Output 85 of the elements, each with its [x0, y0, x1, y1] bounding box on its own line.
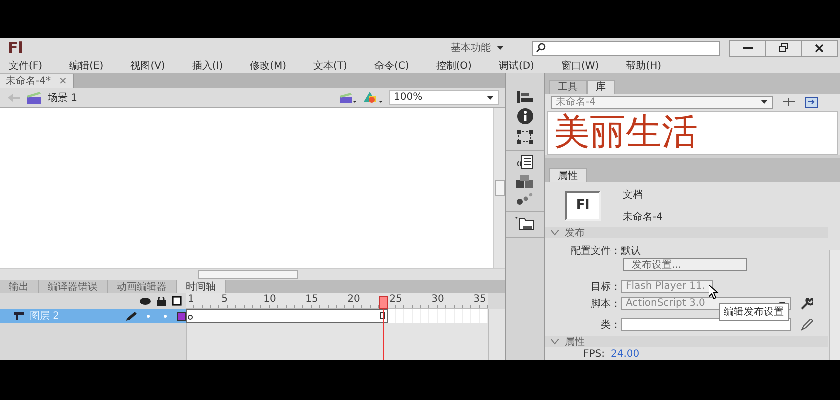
- wrench-icon[interactable]: [801, 298, 813, 310]
- panel-tab[interactable]: 工具: [549, 80, 587, 94]
- menu-item[interactable]: 调试(D): [492, 58, 540, 72]
- tab-close-button[interactable]: ×: [58, 76, 68, 86]
- keyframe-icon: [188, 315, 193, 320]
- frame-number: 30: [432, 294, 444, 305]
- workspace-dropdown[interactable]: 基本功能: [445, 40, 510, 56]
- info-icon[interactable]: [516, 108, 534, 125]
- frame-number: 10: [264, 294, 276, 305]
- target-label: 目标：: [590, 280, 621, 294]
- collapse-triangle-icon[interactable]: [551, 230, 559, 236]
- close-icon: [815, 44, 824, 52]
- menu-item[interactable]: 帮助(H): [620, 58, 668, 72]
- menu-item[interactable]: 命令(C): [368, 58, 416, 72]
- profile-value: 默认: [621, 244, 641, 258]
- section-title: 发布: [565, 226, 585, 240]
- eye-icon[interactable]: [140, 298, 151, 304]
- library-preview-text: 美丽生活: [547, 110, 838, 155]
- frame-number: 25: [390, 294, 402, 305]
- script-label: 脚本：: [590, 298, 621, 310]
- motion-presets-icon[interactable]: [517, 193, 533, 205]
- panel-tab[interactable]: 库: [587, 80, 615, 94]
- menu-item[interactable]: 修改(M): [244, 58, 293, 72]
- menu-item[interactable]: 视图(V): [124, 58, 172, 72]
- minimize-icon: [742, 46, 752, 50]
- menu-item[interactable]: 文件(F): [3, 58, 49, 72]
- fps-label: FPS:: [582, 349, 605, 360]
- frame-number: 5: [222, 294, 228, 305]
- profile-label: 配置文件：: [570, 244, 621, 258]
- align-icon[interactable]: [517, 91, 533, 103]
- new-library-panel-icon[interactable]: [805, 96, 818, 108]
- zoom-dropdown[interactable]: 100%: [389, 90, 499, 105]
- class-field[interactable]: [621, 318, 791, 331]
- transform-icon[interactable]: [517, 130, 533, 144]
- components-icon[interactable]: [516, 175, 534, 188]
- document-name: 未命名-4: [623, 210, 663, 224]
- vertical-scrollbar[interactable]: [829, 250, 840, 360]
- caret-icon: [487, 96, 494, 100]
- vertical-scrollbar[interactable]: [493, 108, 505, 268]
- document-tab[interactable]: 未命名-4* ×: [0, 74, 74, 88]
- search-field[interactable]: [532, 40, 720, 56]
- panel-tab[interactable]: 属性: [549, 168, 587, 182]
- close-button[interactable]: [801, 40, 838, 56]
- frame-number: 35: [474, 294, 486, 305]
- edit-scene-icon[interactable]: [339, 92, 357, 104]
- layer-name: 图层 2: [30, 310, 61, 323]
- document-type: 文档: [623, 188, 644, 202]
- code-snippets-icon[interactable]: [516, 155, 534, 170]
- frame-number: 15: [306, 294, 318, 305]
- pencil-icon: [126, 312, 137, 320]
- frame-number: 1: [188, 294, 194, 305]
- restore-icon: [778, 43, 788, 53]
- publish-settings-button[interactable]: 发布设置...: [623, 258, 747, 271]
- menu-item[interactable]: 插入(I): [186, 58, 230, 72]
- playhead[interactable]: [379, 296, 388, 360]
- lock-icon[interactable]: [157, 296, 166, 306]
- class-label: 类：: [600, 318, 621, 332]
- fps-value[interactable]: 24.00: [611, 349, 640, 360]
- caret-icon: [761, 100, 768, 104]
- minimize-button[interactable]: [729, 40, 766, 56]
- restore-button[interactable]: [765, 40, 802, 56]
- tooltip: 编辑发布设置: [719, 303, 789, 321]
- menu-item[interactable]: 控制(O): [430, 58, 478, 72]
- scene-name: 场景 1: [48, 92, 78, 104]
- layer-icon: [14, 312, 24, 320]
- app-logo: Fl: [8, 39, 24, 57]
- menu-item[interactable]: 编辑(E): [64, 58, 110, 72]
- pin-icon[interactable]: [783, 97, 795, 108]
- collapse-triangle-icon[interactable]: [551, 338, 559, 344]
- outline-icon[interactable]: [172, 296, 182, 306]
- frame-number: 20: [348, 294, 360, 305]
- pencil-icon[interactable]: [801, 318, 813, 330]
- clapperboard-icon: [26, 92, 42, 104]
- panel-tab[interactable]: 时间轴: [177, 280, 226, 293]
- menu-item[interactable]: 窗口(W): [555, 58, 606, 72]
- menu-item[interactable]: 文本(T): [308, 58, 354, 72]
- search-icon: [536, 43, 546, 53]
- mouse-cursor-icon: [709, 285, 719, 299]
- caret-icon: [497, 46, 504, 50]
- section-title: 属性: [565, 336, 585, 348]
- edit-symbols-icon[interactable]: [363, 91, 383, 104]
- document-icon: Fl: [565, 190, 601, 220]
- horizontal-scrollbar[interactable]: [0, 268, 505, 280]
- vertical-scrollbar[interactable]: [488, 309, 505, 360]
- folder-icon[interactable]: [515, 216, 535, 231]
